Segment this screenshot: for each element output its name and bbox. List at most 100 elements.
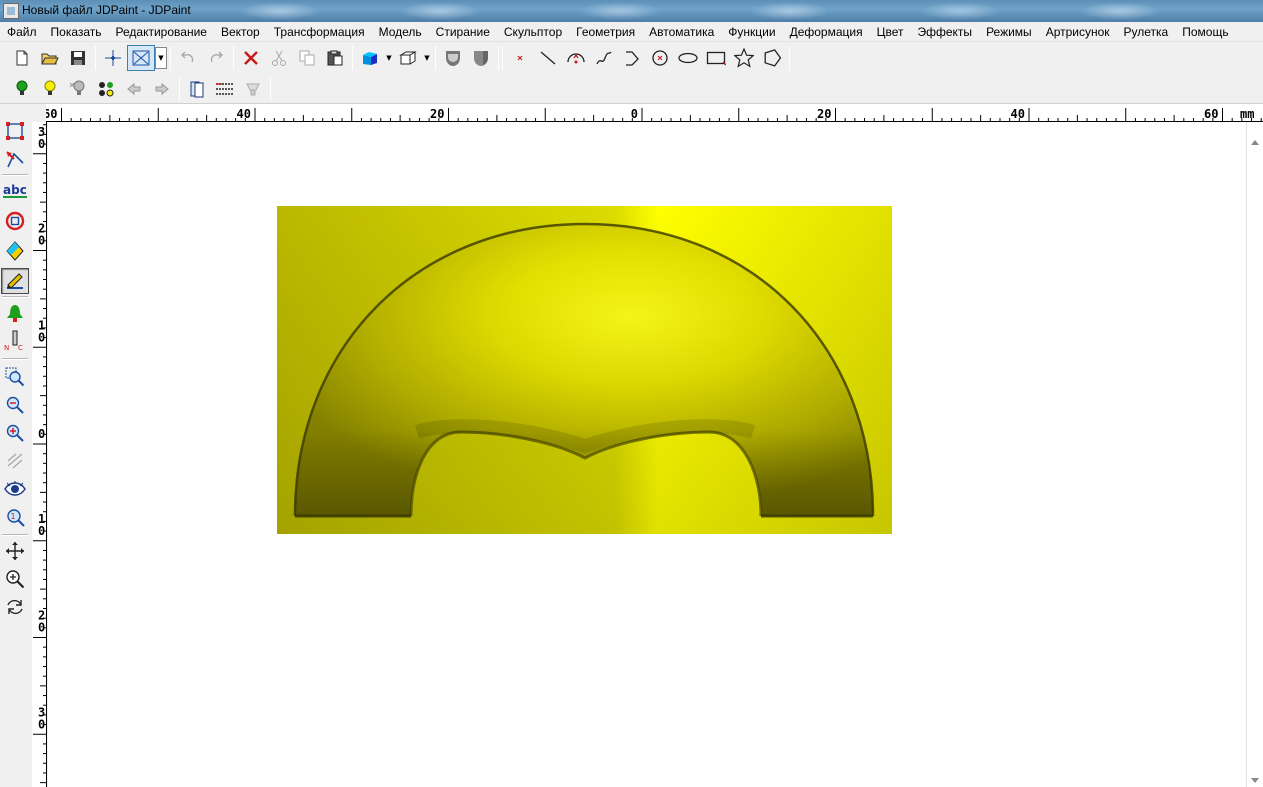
menu-vector[interactable]: Вектор <box>214 25 267 39</box>
menu-artdrawing[interactable]: Артрисунок <box>1039 25 1117 39</box>
menu-model[interactable]: Модель <box>372 25 429 39</box>
menu-modes[interactable]: Режимы <box>979 25 1039 39</box>
menu-effects[interactable]: Эффекты <box>911 25 980 39</box>
h-ruler-label: 40 <box>1011 107 1025 121</box>
diamond-tool-icon[interactable] <box>1 238 29 264</box>
v-ruler-label: 0 <box>38 717 45 731</box>
cut-icon[interactable] <box>265 45 293 71</box>
color-dropdown-button[interactable]: ▼ <box>384 45 394 71</box>
grid-lines-icon[interactable] <box>211 76 239 102</box>
paint-brush-icon[interactable] <box>1 268 29 294</box>
box-dropdown-button[interactable]: ▼ <box>422 45 432 71</box>
menu-roulette[interactable]: Рулетка <box>1117 25 1176 39</box>
menu-color[interactable]: Цвет <box>870 25 911 39</box>
point-icon[interactable] <box>506 45 534 71</box>
node-edit-icon[interactable] <box>1 118 29 144</box>
menu-view[interactable]: Показать <box>44 25 109 39</box>
v-ruler-label: 0 <box>38 524 45 538</box>
tool-palette: abc NC 1 <box>0 114 30 787</box>
menu-erase[interactable]: Стирание <box>429 25 497 39</box>
svg-text:abc: abc <box>3 183 27 197</box>
ruler-nc-icon[interactable]: NC <box>1 328 29 354</box>
save-icon[interactable] <box>64 45 92 71</box>
ellipse-icon[interactable] <box>674 45 702 71</box>
v-ruler-label: 0 <box>38 427 45 441</box>
line-icon[interactable] <box>534 45 562 71</box>
grey-bulb-icon[interactable] <box>64 76 92 102</box>
wire-box-icon[interactable] <box>394 45 422 71</box>
vertical-ruler: 3020100102030 <box>32 122 47 787</box>
menu-automation[interactable]: Автоматика <box>642 25 721 39</box>
zoom-in-icon[interactable] <box>1 420 29 446</box>
title-bar: Новый файл JDPaint - JDPaint <box>0 0 1263 22</box>
zoom-page-icon[interactable]: 1 <box>1 504 29 530</box>
undo-icon[interactable] <box>174 45 202 71</box>
shield-solid-icon[interactable] <box>467 45 495 71</box>
v-ruler-label: 0 <box>38 234 45 248</box>
shield-shade-icon[interactable] <box>439 45 467 71</box>
polyline-icon[interactable] <box>618 45 646 71</box>
circle-icon[interactable] <box>646 45 674 71</box>
window-title: Новый файл JDPaint - JDPaint <box>22 3 191 17</box>
paste-icon[interactable] <box>321 45 349 71</box>
menu-file[interactable]: Файл <box>0 25 44 39</box>
menu-deformation[interactable]: Деформация <box>783 25 870 39</box>
menu-geometry[interactable]: Геометрия <box>569 25 642 39</box>
app-icon[interactable] <box>3 3 19 19</box>
secondary-toolbar <box>0 74 1263 104</box>
open-folder-icon[interactable] <box>36 45 64 71</box>
rotate-icon[interactable] <box>1 594 29 620</box>
main-toolbar: ▼ ▼ ▼ <box>0 43 1263 73</box>
fit-dropdown-button[interactable]: ▼ <box>155 47 167 69</box>
vector-arrow-icon[interactable] <box>1 146 29 172</box>
text-abc-icon[interactable]: abc <box>1 178 29 204</box>
green-bell-icon[interactable] <box>1 300 29 326</box>
svg-text:N: N <box>4 344 9 352</box>
crosshair-icon[interactable] <box>99 45 127 71</box>
h-ruler-label: 60 <box>1204 107 1218 121</box>
arrow-right-icon[interactable] <box>148 76 176 102</box>
fit-window-icon[interactable] <box>127 45 155 71</box>
h-ruler-label: 0 <box>631 107 638 121</box>
drawing-canvas[interactable] <box>48 122 1246 787</box>
zoom-icon[interactable] <box>1 566 29 592</box>
h-ruler-label: 40 <box>237 107 251 121</box>
menu-help[interactable]: Помощь <box>1175 25 1235 39</box>
green-bulb-icon[interactable] <box>8 76 36 102</box>
svg-text:1: 1 <box>11 512 16 521</box>
book-icon[interactable] <box>183 76 211 102</box>
color-cube-icon[interactable] <box>356 45 384 71</box>
star-icon[interactable] <box>730 45 758 71</box>
menu-transform[interactable]: Трансформация <box>267 25 372 39</box>
yellow-bulb-icon[interactable] <box>36 76 64 102</box>
redo-icon[interactable] <box>202 45 230 71</box>
pan-icon[interactable] <box>1 538 29 564</box>
arc-icon[interactable] <box>562 45 590 71</box>
redraw-icon[interactable] <box>1 448 29 474</box>
arrow-left-icon[interactable] <box>120 76 148 102</box>
vertical-scrollbar[interactable] <box>1246 122 1263 787</box>
curve-icon[interactable] <box>590 45 618 71</box>
v-ruler-label: 0 <box>38 330 45 344</box>
new-file-icon[interactable] <box>8 45 36 71</box>
eye-icon[interactable] <box>1 476 29 502</box>
jdpaint-window: Новый файл JDPaint - JDPaint Файл Показа… <box>0 0 1263 787</box>
rectangle-icon[interactable] <box>702 45 730 71</box>
v-ruler-label: 0 <box>38 621 45 635</box>
zoom-out-icon[interactable] <box>1 392 29 418</box>
light-dots-icon[interactable] <box>92 76 120 102</box>
svg-text:C: C <box>18 344 23 352</box>
copy-icon[interactable] <box>293 45 321 71</box>
menu-edit[interactable]: Редактирование <box>109 25 214 39</box>
menu-sculptor[interactable]: Скульптор <box>497 25 569 39</box>
delete-icon[interactable] <box>237 45 265 71</box>
stop-circle-icon[interactable] <box>1 208 29 234</box>
polygon-icon[interactable] <box>758 45 786 71</box>
relief-model-view <box>277 206 892 534</box>
menu-functions[interactable]: Функции <box>721 25 782 39</box>
lamp-icon[interactable] <box>239 76 267 102</box>
scroll-up-icon[interactable] <box>1251 140 1259 145</box>
h-ruler-label: 20 <box>817 107 831 121</box>
zoom-area-icon[interactable] <box>1 364 29 390</box>
scroll-down-icon[interactable] <box>1251 778 1259 783</box>
